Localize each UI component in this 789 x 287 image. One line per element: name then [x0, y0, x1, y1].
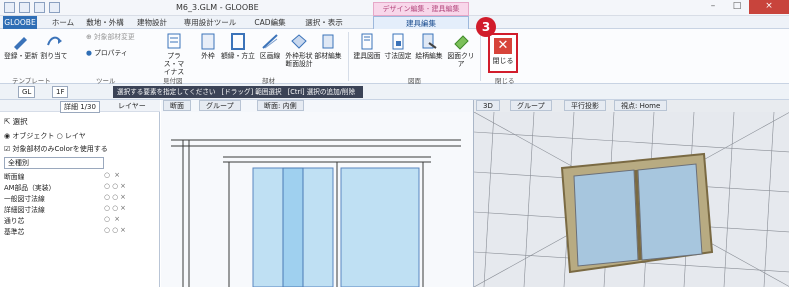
trim-icon [229, 33, 247, 50]
section-drawing [161, 112, 473, 287]
tab-cad[interactable]: CAD編集 [248, 16, 292, 29]
tab-3d-group[interactable]: グループ [510, 100, 552, 111]
title-bar: M6_3.GLM - GLOOBE デザイン編集 - 建具編集 – □ × [0, 0, 789, 16]
register-button[interactable]: 登録・更新 [4, 33, 38, 60]
member-edit-button[interactable]: 部材編集 [314, 33, 342, 60]
member-edit-icon [319, 33, 337, 50]
list-item[interactable]: 基準芯 ○ ○ × [4, 226, 152, 237]
status-hint: 選択する要素を指定してください [ドラッグ] 範囲選択 [Ctrl] 選択の追加… [113, 86, 364, 98]
section-view[interactable]: 断面 グループ 断面: 内側 [161, 100, 473, 287]
drawing-clear-icon [452, 33, 470, 50]
ribbon: 登録・更新 割り当て ⊕ 対象部材変更 ● プロパティ プラス・マイナス 外枠 … [0, 29, 789, 85]
outer-frame-button[interactable]: 外枠 [197, 33, 219, 60]
fitting-drawing-icon [358, 33, 376, 50]
list-item[interactable]: 一般図寸法線 ○ ○ × [4, 193, 152, 204]
tab-special-tools[interactable]: 専用設計ツール [182, 16, 238, 29]
property-button[interactable]: ● プロパティ [86, 49, 146, 57]
tab-3d[interactable]: 3D [476, 100, 500, 111]
pattern-edit-icon [420, 33, 438, 50]
close-edit-button[interactable]: ✕ 閉じる [488, 33, 518, 73]
plus-minus-icon [165, 33, 183, 50]
register-icon [12, 33, 30, 50]
plus-minus-button[interactable]: プラス・マイナス [160, 33, 188, 76]
panel-toolrow: 詳細 1/30 レイヤー [0, 100, 160, 113]
section-line-icon [261, 33, 279, 50]
ribbon-tabs: GLOOBE ホーム 敷地・外構 建物設計 専用設計ツール CAD編集 選択・表… [0, 16, 789, 29]
tab-section-inside[interactable]: 断面: 内側 [257, 100, 304, 111]
pattern-edit-button[interactable]: 絵柄編集 [414, 33, 444, 60]
change-target-button[interactable]: ⊕ 対象部材変更 [86, 33, 146, 41]
floor-gl[interactable]: GL [18, 86, 36, 98]
use-color-checkbox-row[interactable]: ☑ 対象部材のみColorを使用する [4, 144, 108, 154]
list-item[interactable]: 通り芯 ○ × [4, 215, 152, 226]
radio-group: ◉ オブジェクト ○ レイヤ [4, 132, 86, 140]
select-title: ⇱ 選択 [4, 117, 28, 126]
checkbox-icon: ☑ [4, 145, 13, 153]
window-title: M6_3.GLM - GLOOBE [176, 3, 259, 12]
tab-home[interactable]: ホーム [48, 16, 78, 29]
save-icon[interactable] [49, 2, 60, 13]
window-close-button[interactable]: × [749, 0, 789, 14]
tab-viewpoint[interactable]: 視点: Home [614, 100, 668, 111]
tab-section[interactable]: 断面 [163, 100, 191, 111]
outer-frame-icon [199, 33, 217, 50]
step-badge: 3 [476, 17, 496, 37]
tab-gloobe[interactable]: GLOOBE [3, 16, 37, 29]
list-item[interactable]: 詳細図寸法線 ○ ○ × [4, 204, 152, 215]
open-icon[interactable] [34, 2, 45, 13]
tab-fitting-edit[interactable]: 建具編集 [373, 16, 469, 29]
context-tab-title: デザイン編集 - 建具編集 [373, 2, 469, 16]
ribbon-separator [480, 32, 481, 81]
minimize-button[interactable]: – [701, 0, 725, 14]
list-item[interactable]: 断面線 ○ × [4, 171, 152, 182]
property-icon: ● [86, 49, 95, 57]
layer-button[interactable]: レイヤー [118, 101, 146, 111]
list-item[interactable]: AM部品（実装） ○ ○ × [4, 182, 152, 193]
assign-button[interactable]: 割り当て [39, 33, 69, 60]
ribbon-separator [348, 32, 349, 81]
dimension-fix-icon [389, 33, 407, 50]
floor-1f[interactable]: 1F [52, 86, 69, 98]
tab-group[interactable]: グループ [199, 100, 241, 111]
tab-building[interactable]: 建物設計 [133, 16, 171, 29]
new-icon[interactable] [19, 2, 30, 13]
assign-icon [45, 33, 63, 50]
tab-parallel[interactable]: 平行投影 [564, 100, 606, 111]
tab-select-view[interactable]: 選択・表示 [300, 16, 348, 29]
maximize-button[interactable]: □ [725, 0, 749, 14]
change-target-icon: ⊕ [86, 33, 94, 41]
section-line-button[interactable]: 区画線 [257, 33, 283, 60]
app-icon[interactable] [4, 2, 15, 13]
tab-site[interactable]: 敷地・外構 [84, 16, 126, 29]
frame-shape-icon [290, 33, 308, 50]
3d-model [474, 112, 789, 287]
radio-layer[interactable]: ○ [57, 132, 65, 140]
frame-shape-button[interactable]: 外枠形状 断面設計 [284, 33, 314, 68]
quick-access-toolbar [4, 2, 60, 13]
close-icon: ✕ [494, 38, 512, 54]
3d-view[interactable]: 3D グループ 平行投影 視点: Home [473, 100, 789, 287]
cursor-icon: ⇱ [4, 117, 13, 126]
category-select[interactable]: 全種別 [4, 157, 104, 169]
fitting-drawing-button[interactable]: 建具図面 [352, 33, 382, 60]
drawing-clear-button[interactable]: 図面クリア [445, 33, 477, 68]
dimension-fix-button[interactable]: 寸法固定 [383, 33, 413, 60]
view-toolbar: GL 1F 選択する要素を指定してください [ドラッグ] 範囲選択 [Ctrl]… [0, 84, 789, 100]
trim-button[interactable]: 額縁・方立 [220, 33, 256, 60]
scale-select[interactable]: 詳細 1/30 [60, 101, 100, 113]
left-panel: 詳細 1/30 レイヤー ⇱ 選択 ◉ オブジェクト ○ レイヤ ☑ 対象部材の… [0, 100, 160, 287]
